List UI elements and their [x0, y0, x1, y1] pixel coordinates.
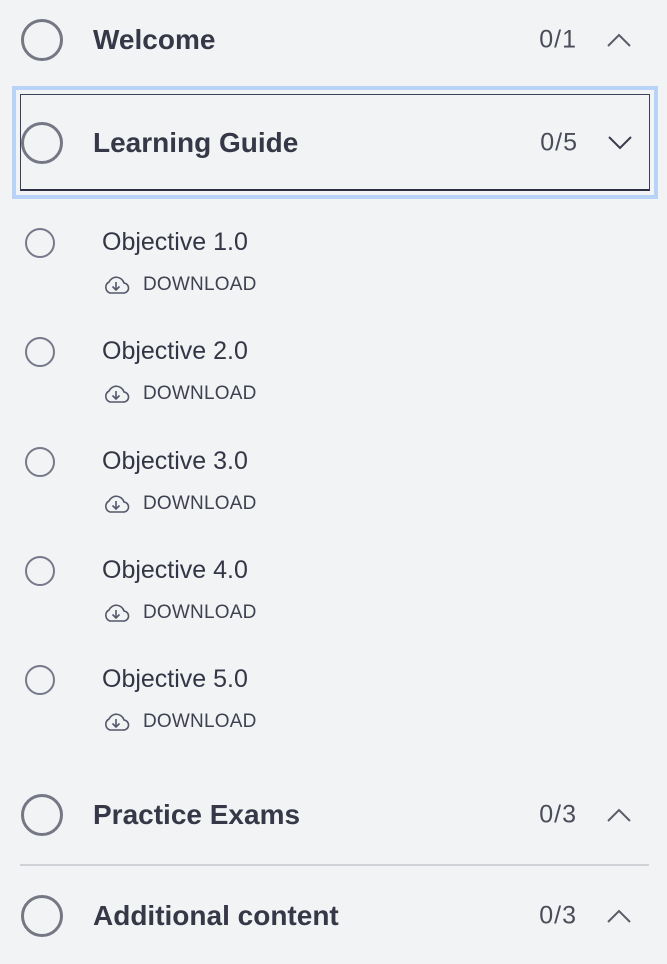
section-learning-guide[interactable]: Learning Guide 0/5 — [12, 86, 658, 199]
item-title[interactable]: Objective 2.0 — [102, 337, 248, 366]
cloud-download-icon — [105, 713, 130, 731]
checkbox-circle-icon[interactable] — [25, 228, 55, 258]
cloud-download-icon — [105, 276, 130, 294]
chevron-down-icon[interactable] — [608, 135, 632, 150]
item-title[interactable]: Objective 5.0 — [102, 665, 248, 694]
download-link[interactable]: DOWNLOAD — [102, 492, 257, 516]
section-title: Additional content — [93, 900, 339, 931]
download-label: DOWNLOAD — [143, 274, 257, 295]
section-divider — [20, 864, 649, 866]
section-progress-count: 0/5 — [540, 128, 578, 156]
list-item-objective-4[interactable]: Objective 4.0 DOWNLOAD — [0, 546, 667, 636]
chevron-up-icon[interactable] — [607, 909, 631, 923]
download-link[interactable]: DOWNLOAD — [102, 601, 257, 625]
cloud-download-icon — [105, 495, 130, 513]
item-title[interactable]: Objective 4.0 — [102, 556, 248, 585]
download-label: DOWNLOAD — [143, 711, 257, 732]
chevron-up-icon[interactable] — [607, 33, 631, 47]
section-progress-count: 0/3 — [539, 901, 577, 930]
checkbox-circle-icon[interactable] — [25, 337, 55, 367]
section-title: Welcome — [93, 24, 216, 55]
list-item-objective-3[interactable]: Objective 3.0 DOWNLOAD — [0, 437, 667, 527]
progress-circle-icon — [21, 121, 63, 164]
section-title: Practice Exams — [93, 799, 301, 830]
checkbox-circle-icon[interactable] — [25, 556, 55, 586]
cloud-download-icon — [105, 385, 130, 403]
section-welcome[interactable]: Welcome 0/1 — [20, 0, 649, 88]
download-label: DOWNLOAD — [143, 602, 257, 623]
progress-circle-icon — [21, 895, 63, 937]
download-link[interactable]: DOWNLOAD — [102, 382, 257, 406]
section-practice-exams[interactable]: Practice Exams 0/3 — [20, 767, 649, 863]
section-title: Learning Guide — [93, 126, 299, 158]
section-progress-count: 0/3 — [539, 800, 577, 829]
download-label: DOWNLOAD — [143, 493, 257, 514]
progress-circle-icon — [21, 794, 63, 836]
list-item-objective-1[interactable]: Objective 1.0 DOWNLOAD — [0, 218, 667, 308]
checkbox-circle-icon[interactable] — [25, 447, 55, 477]
checkbox-circle-icon[interactable] — [25, 665, 55, 695]
item-title[interactable]: Objective 3.0 — [102, 447, 248, 476]
list-item-objective-5[interactable]: Objective 5.0 DOWNLOAD — [0, 655, 667, 745]
cloud-download-icon — [105, 604, 130, 622]
download-label: DOWNLOAD — [143, 383, 257, 404]
download-link[interactable]: DOWNLOAD — [102, 710, 257, 734]
section-progress-count: 0/1 — [539, 25, 577, 54]
list-item-objective-2[interactable]: Objective 2.0 DOWNLOAD — [0, 327, 667, 417]
chevron-up-icon[interactable] — [607, 808, 631, 822]
item-title[interactable]: Objective 1.0 — [102, 228, 248, 257]
progress-circle-icon — [21, 19, 63, 61]
download-link[interactable]: DOWNLOAD — [102, 273, 257, 297]
section-additional-content[interactable]: Additional content 0/3 — [20, 868, 649, 964]
